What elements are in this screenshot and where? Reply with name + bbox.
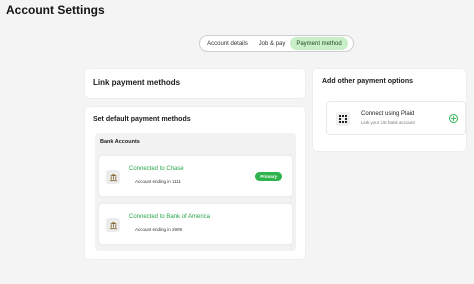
default-payment-card: Set default payment methods Bank Account… [85, 107, 305, 259]
bank-accounts-section: Bank Accounts Connected to Chase Account… [95, 133, 296, 251]
bank-icon [106, 218, 120, 232]
plaid-title: Connect using Plaid [361, 111, 415, 117]
tab-account-details[interactable]: Account details [201, 37, 254, 50]
bank-item-bank-of-america[interactable]: Connected to Bank of America Account end… [98, 203, 293, 245]
tab-payment-method[interactable]: Payment method [290, 37, 348, 50]
other-payment-title: Add other payment options [322, 78, 413, 85]
plaid-icon [336, 112, 350, 126]
bank-accounts-heading: Bank Accounts [100, 139, 140, 145]
account-ending: Account ending in 2909 [135, 227, 183, 232]
primary-badge: Primary [255, 172, 282, 181]
bank-name: Connected to Chase [129, 166, 184, 172]
bank-item-chase[interactable]: Connected to Chase Account ending in 111… [98, 155, 293, 197]
plaid-subtitle: Link your US bank account [361, 120, 415, 125]
add-circle-icon[interactable] [449, 114, 458, 123]
account-ending: Account ending in 1111 [135, 179, 182, 184]
bank-icon [106, 170, 120, 184]
settings-tabs: Account details Job & pay Payment method [199, 35, 354, 52]
link-payment-title: Link payment methods [93, 78, 181, 87]
default-payment-title: Set default payment methods [93, 116, 191, 123]
other-payment-card: Add other payment options Connect using … [313, 69, 466, 151]
bank-name: Connected to Bank of America [129, 214, 211, 220]
tab-job-pay[interactable]: Job & pay [254, 37, 290, 50]
page-title: Account Settings [6, 3, 105, 17]
connect-plaid-item[interactable]: Connect using Plaid Link your US bank ac… [326, 101, 466, 135]
link-payment-card: Link payment methods [85, 69, 305, 98]
